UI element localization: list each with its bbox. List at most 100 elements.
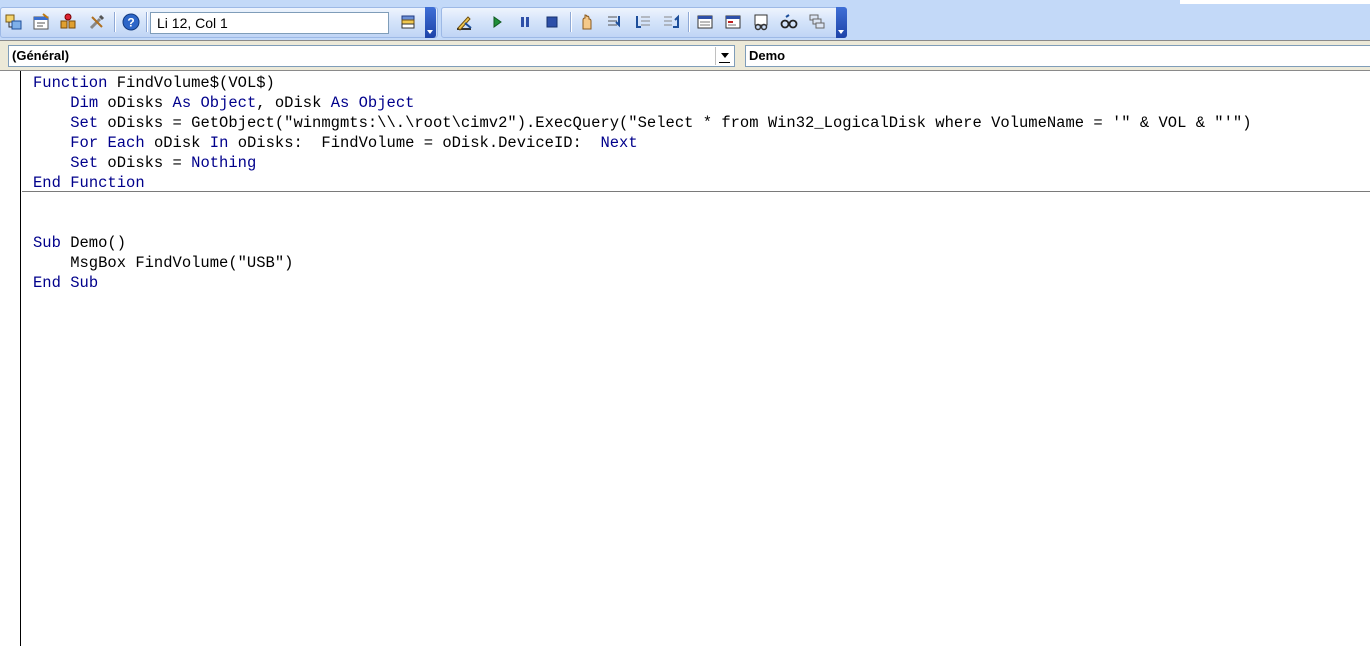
- code-line[interactable]: Dim oDisks As Object, oDisk As Object: [33, 93, 414, 113]
- code-keyword: Set: [70, 154, 99, 172]
- toolbar-separator: [688, 12, 689, 32]
- procedure-dropdown[interactable]: Demo: [745, 45, 1370, 67]
- step-into-icon: [608, 16, 620, 28]
- code-text: oDisks =: [98, 154, 192, 172]
- toolbar-separator: [114, 12, 115, 32]
- code-line[interactable]: Set oDisks = GetObject("winmgmts:\\.\roo…: [33, 113, 1252, 133]
- toolbox-icon: [89, 14, 105, 30]
- reset-icon: [546, 16, 558, 28]
- code-keyword: In: [209, 134, 229, 152]
- code-line[interactable]: Set oDisks = Nothing: [33, 153, 256, 173]
- code-keyword: As: [172, 94, 192, 112]
- code-keyword: Each: [107, 134, 145, 152]
- help-button[interactable]: ?: [120, 11, 142, 33]
- toolbox-button[interactable]: [86, 11, 108, 33]
- procedure-separator: [22, 191, 1370, 192]
- code-keyword: Sub: [33, 234, 61, 252]
- run-icon: [493, 16, 502, 28]
- immediate-window-button[interactable]: [722, 11, 744, 33]
- break-button[interactable]: [514, 11, 536, 33]
- locals-window-button[interactable]: [694, 11, 716, 33]
- code-line[interactable]: Function FindVolume$(VOL$): [33, 73, 275, 93]
- step-into-button[interactable]: [604, 11, 626, 33]
- procedure-dropdown-value: Demo: [749, 48, 786, 63]
- watch-window-icon: [754, 14, 768, 31]
- code-line[interactable]: For Each oDisk In oDisks: FindVolume = o…: [33, 133, 638, 153]
- step-out-icon: [664, 14, 679, 28]
- svg-text:?: ?: [127, 16, 134, 30]
- code-keyword: Sub: [70, 274, 99, 292]
- code-line[interactable]: End Function: [33, 173, 145, 193]
- object-dropdown-value: (Général): [12, 48, 70, 63]
- run-button[interactable]: [486, 11, 508, 33]
- code-keyword: Object: [358, 94, 415, 112]
- code-text: oDisks: FindVolume = oDisk.DeviceID:: [228, 134, 601, 152]
- toolbar-strip: ? Li 12, Col 1: [0, 0, 1370, 40]
- code-keyword: As: [330, 94, 350, 112]
- step-over-icon: [636, 16, 650, 28]
- code-line[interactable]: End Sub: [33, 273, 98, 293]
- toggle-breakpoint-button[interactable]: [576, 11, 598, 33]
- properties-button[interactable]: [30, 11, 52, 33]
- code-keyword: Object: [200, 94, 257, 112]
- debug-toolbar-options-grip[interactable]: [836, 7, 847, 38]
- object-dropdown-button[interactable]: [715, 47, 733, 65]
- cursor-position-field: Li 12, Col 1: [150, 12, 389, 34]
- code-line[interactable]: MsgBox FindVolume("USB"): [33, 253, 293, 273]
- properties-icon: [33, 13, 49, 30]
- code-text: oDisks: [98, 94, 173, 112]
- code-keyword: Set: [70, 114, 99, 132]
- call-stack-icon: [809, 14, 825, 29]
- code-keyword: For: [70, 134, 99, 152]
- locals-window-icon: [697, 15, 713, 29]
- code-keyword: Next: [600, 134, 638, 152]
- object-browser-icon: [60, 13, 76, 29]
- code-keyword: End: [33, 274, 61, 292]
- chevron-down-icon: [720, 53, 729, 58]
- code-keyword: Function: [70, 174, 145, 192]
- break-icon: [521, 17, 529, 27]
- design-mode-button[interactable]: [453, 11, 475, 33]
- insert-module-button[interactable]: [397, 11, 419, 33]
- code-keyword: Nothing: [191, 154, 257, 172]
- call-stack-button[interactable]: [806, 11, 828, 33]
- code-text: oDisks = GetObject("winmgmts:\\.\root\ci…: [98, 114, 1252, 132]
- code-text: Demo(): [60, 234, 127, 252]
- code-editor[interactable]: Function FindVolume$(VOL$) Dim oDisks As…: [0, 70, 1370, 646]
- toggle-breakpoint-icon: [582, 14, 592, 30]
- quick-watch-button[interactable]: [778, 11, 800, 33]
- project-explorer-icon: [5, 14, 22, 30]
- design-mode-icon: [457, 16, 472, 31]
- immediate-window-icon: [725, 15, 741, 29]
- step-over-button[interactable]: [632, 11, 654, 33]
- toolbar-separator: [570, 12, 571, 32]
- toolbar-options-grip[interactable]: [425, 7, 436, 38]
- code-line[interactable]: Sub Demo(): [33, 233, 126, 253]
- toolbar-separator: [146, 12, 147, 32]
- code-keyword: Function: [33, 74, 108, 92]
- watch-window-button[interactable]: [750, 11, 772, 33]
- margin-indicator-bar[interactable]: [0, 71, 21, 646]
- code-text: FindVolume$(VOL$): [107, 74, 275, 92]
- quick-watch-icon: [780, 14, 798, 29]
- code-text: MsgBox FindVolume("USB"): [33, 254, 294, 272]
- code-keyword: Dim: [70, 94, 99, 112]
- help-icon: ?: [122, 13, 140, 31]
- object-dropdown[interactable]: (Général): [8, 45, 735, 67]
- reset-button[interactable]: [541, 11, 563, 33]
- code-selector-bar: (Général) Demo: [0, 40, 1370, 70]
- insert-module-icon: [401, 15, 415, 29]
- step-out-button[interactable]: [660, 11, 682, 33]
- code-keyword: End: [33, 174, 61, 192]
- code-text: oDisk: [144, 134, 210, 152]
- toolbar-gap: [1180, 0, 1370, 4]
- project-explorer-button[interactable]: [3, 11, 25, 33]
- object-browser-button[interactable]: [57, 11, 79, 33]
